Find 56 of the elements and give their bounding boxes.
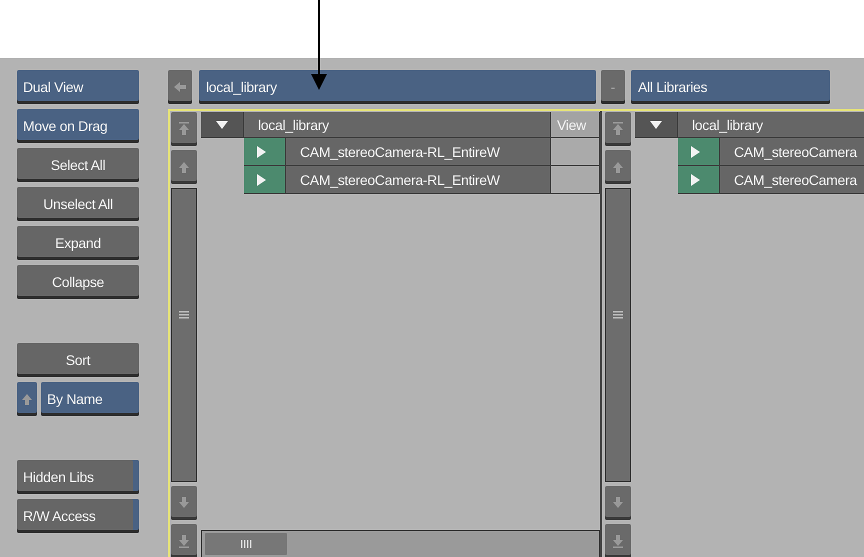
scroll-up-button[interactable]: [171, 150, 197, 184]
left-arrow-icon: [174, 82, 186, 92]
expand-toggle[interactable]: [201, 112, 244, 138]
scrollbar-thumb[interactable]: [171, 188, 197, 482]
scrollbar-thumb[interactable]: [605, 188, 631, 482]
toggle-button[interactable]: Dual View: [17, 70, 139, 104]
scroll-down-button[interactable]: [605, 486, 631, 520]
clip-name[interactable]: CAM_stereoCamera-RL_EntireW: [286, 166, 551, 194]
up-arrow-icon: [21, 392, 33, 406]
scroll-top-button[interactable]: [171, 112, 197, 146]
action-button[interactable]: Expand: [17, 226, 139, 260]
clip-name[interactable]: CAM_stereoCamera-RL_EntireW: [286, 138, 551, 166]
scroll-up-icon: [178, 160, 190, 174]
scroll-top-icon: [178, 122, 190, 136]
scrollbar-thumb[interactable]: [205, 533, 287, 555]
scroll-bottom-button[interactable]: [605, 524, 631, 557]
sort-field-button[interactable]: By Name: [41, 382, 139, 416]
scroll-bottom-icon: [612, 534, 624, 548]
action-button[interactable]: Collapse: [17, 265, 139, 299]
toggle-button[interactable]: Hidden Libs: [17, 460, 139, 494]
action-button[interactable]: Select All: [17, 148, 139, 182]
library-header: local_library: [678, 112, 864, 138]
clip-name[interactable]: CAM_stereoCamera: [720, 166, 864, 194]
expand-toggle[interactable]: [244, 166, 286, 194]
triangle-icon[interactable]: [688, 172, 702, 186]
horizontal-scrollbar[interactable]: [201, 530, 600, 557]
grip-icon: [179, 310, 189, 320]
expand-toggle[interactable]: [678, 166, 720, 194]
grip-icon: [240, 540, 252, 548]
column-header: View: [551, 112, 600, 138]
scroll-up-icon: [612, 160, 624, 174]
toggle-button[interactable]: Move on Drag: [17, 109, 139, 143]
expand-toggle[interactable]: [244, 138, 286, 166]
expand-toggle[interactable]: [635, 112, 678, 138]
toggle-button[interactable]: R/W Access: [17, 499, 139, 533]
expand-toggle[interactable]: [678, 138, 720, 166]
back-button[interactable]: [168, 70, 192, 104]
scroll-top-icon: [612, 122, 624, 136]
scroll-down-button[interactable]: [171, 486, 197, 520]
action-button[interactable]: Unselect All: [17, 187, 139, 221]
scroll-bottom-icon: [178, 534, 190, 548]
triangle-icon[interactable]: [688, 144, 702, 158]
library-path-field[interactable]: All Libraries: [631, 70, 830, 104]
grip-icon: [613, 310, 623, 320]
clip-name[interactable]: CAM_stereoCamera: [720, 138, 864, 166]
sort-order-button[interactable]: [17, 382, 37, 416]
scroll-down-icon: [612, 496, 624, 510]
triangle-icon[interactable]: [254, 144, 268, 158]
triangle-icon[interactable]: [254, 172, 268, 186]
library-path-field[interactable]: local_library: [199, 70, 596, 104]
scroll-bottom-button[interactable]: [171, 524, 197, 557]
action-button[interactable]: Sort: [17, 343, 139, 377]
scroll-top-button[interactable]: [605, 112, 631, 146]
library-header: local_library: [244, 112, 551, 138]
scroll-down-icon: [178, 496, 190, 510]
scroll-up-button[interactable]: [605, 150, 631, 184]
